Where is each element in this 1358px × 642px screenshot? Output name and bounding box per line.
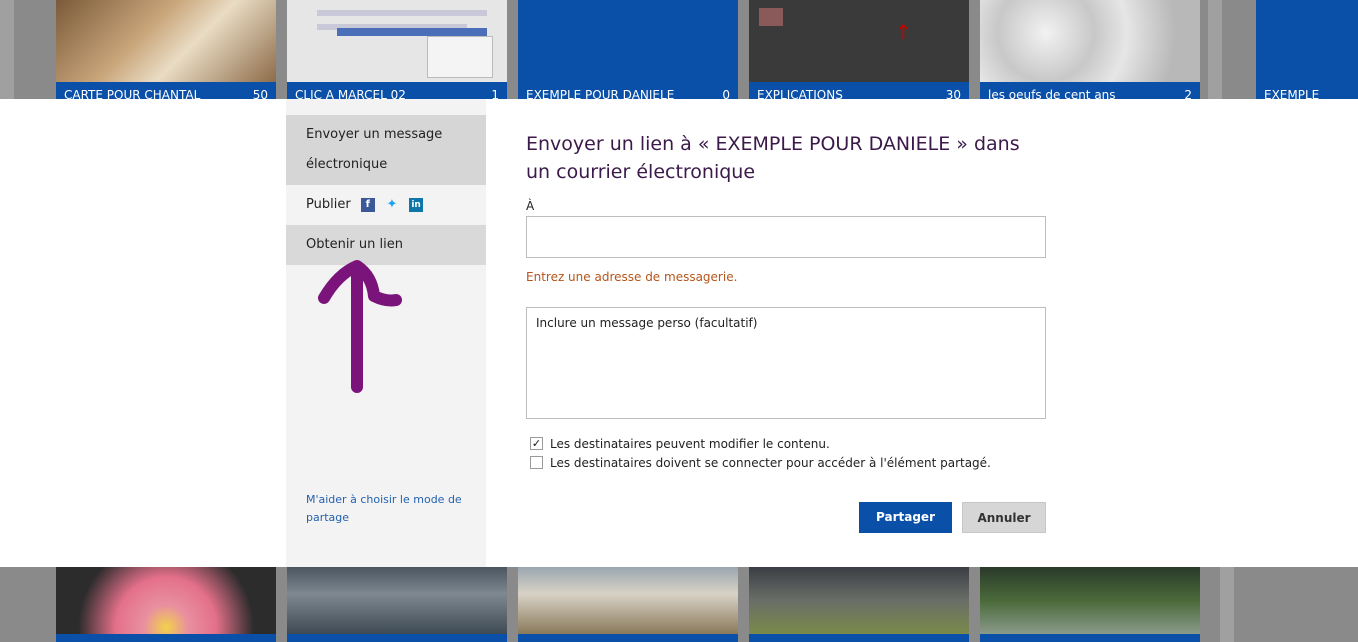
twitter-icon[interactable]: ✦	[385, 197, 399, 212]
tile-thumbnail	[56, 567, 276, 634]
tile-thumbnail	[980, 0, 1200, 82]
tile-caption	[287, 634, 507, 642]
share-dialog: Envoyer un message électronique Publier …	[0, 99, 1358, 567]
tile-caption: CLIC A MARCEL 02 1	[287, 82, 507, 102]
checkbox-can-edit-label: Les destinataires peuvent modifier le co…	[550, 437, 830, 451]
checkbox-row-require-signin[interactable]: Les destinataires doivent se connecter p…	[530, 456, 991, 472]
scrollbar-strip[interactable]	[1208, 0, 1222, 100]
nav-publish[interactable]: Publier f ✦ in	[286, 185, 486, 225]
nav-publish-label: Publier	[306, 197, 351, 212]
tile-mountains[interactable]	[287, 567, 507, 642]
tile-les-oeufs[interactable]: les oeufs de cent ans 2	[980, 0, 1200, 102]
tile-thumbnail	[287, 0, 507, 82]
tile-thumbnail	[980, 567, 1200, 634]
dialog-title: Envoyer un lien à « EXEMPLE POUR DANIELE…	[526, 132, 1020, 183]
tile-caption: EXPLICATIONS 30	[749, 82, 969, 102]
tile-caption: EXEMPLE POUR DANIELE 0	[518, 82, 738, 102]
recipient-input[interactable]	[526, 216, 1046, 258]
tile-caption: EXEMPLE POUR	[1256, 82, 1358, 128]
tile-statue[interactable]	[980, 567, 1200, 642]
tile-caption	[518, 634, 738, 642]
tile-fields[interactable]	[749, 567, 969, 642]
background-tiles-top: CARTE POUR CHANTAL 50 CLIC A MARCEL 02 1…	[0, 0, 1358, 128]
error-message: Entrez une adresse de messagerie.	[526, 270, 738, 284]
tile-explications[interactable]: ↑ EXPLICATIONS 30	[749, 0, 969, 102]
personal-message-field[interactable]: Inclure un message perso (facultatif)	[526, 307, 1046, 419]
scrollbar-strip[interactable]	[1220, 567, 1234, 642]
tile-thumbnail: ↑	[749, 0, 969, 82]
share-button[interactable]: Partager	[859, 502, 952, 533]
tile-exemple-pour[interactable]: EXEMPLE POUR	[1256, 0, 1358, 128]
tile-thumbnail	[518, 0, 738, 82]
tile-village[interactable]	[518, 567, 738, 642]
tile-thumbnail	[749, 567, 969, 634]
tile-thumbnail	[287, 567, 507, 634]
tile-carte-pour-chantal[interactable]: CARTE POUR CHANTAL 50	[56, 0, 276, 102]
red-arrow-icon: ↑	[895, 20, 912, 44]
tile-exemple-pour-daniele[interactable]: EXEMPLE POUR DANIELE 0	[518, 0, 738, 102]
tile-clic-a-marcel[interactable]: CLIC A MARCEL 02 1	[287, 0, 507, 102]
scroll-edge	[0, 0, 14, 100]
checkbox-require-signin[interactable]	[530, 456, 543, 469]
checkbox-can-edit[interactable]: ✓	[530, 437, 543, 450]
cancel-button[interactable]: Annuler	[962, 502, 1046, 533]
tile-thumbnail	[56, 0, 276, 82]
help-choose-mode-link[interactable]: M'aider à choisir le mode de partage	[306, 491, 476, 527]
tile-thumbnail	[1256, 0, 1358, 82]
tile-thumbnail	[518, 567, 738, 634]
tile-flower[interactable]	[56, 567, 276, 642]
tile-caption	[749, 634, 969, 642]
facebook-icon[interactable]: f	[360, 197, 375, 212]
to-label: À	[526, 199, 535, 213]
tile-caption: les oeufs de cent ans 2	[980, 82, 1200, 102]
background-tiles-bottom	[0, 567, 1358, 642]
linkedin-icon[interactable]: in	[409, 197, 424, 212]
tile-caption	[980, 634, 1200, 642]
checkbox-row-can-edit[interactable]: ✓ Les destinataires peuvent modifier le c…	[530, 437, 830, 453]
checkbox-require-signin-label: Les destinataires doivent se connecter p…	[550, 456, 991, 470]
tile-caption	[56, 634, 276, 642]
nav-send-email[interactable]: Envoyer un message électronique	[286, 115, 486, 185]
tile-caption: CARTE POUR CHANTAL 50	[56, 82, 276, 102]
annotation-arrow-icon	[318, 260, 402, 393]
